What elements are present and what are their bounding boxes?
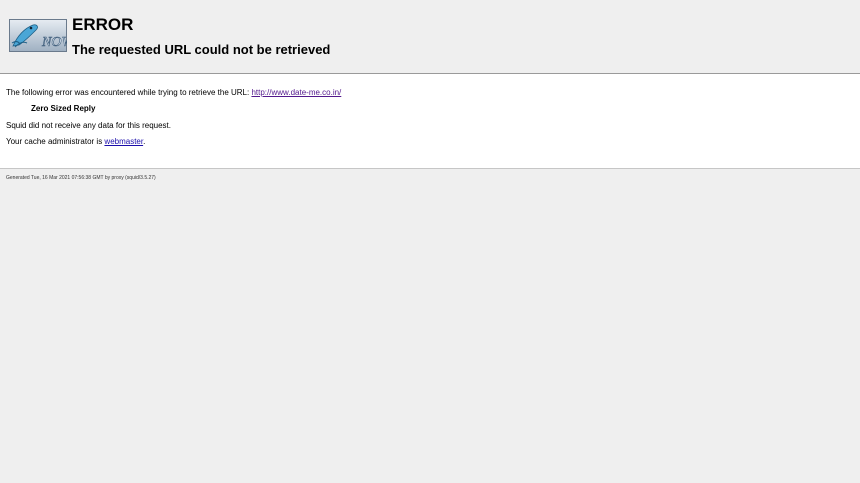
footer-generated: Generated Tue, 16 Mar 2021 07:56:38 GMT … <box>6 175 156 181</box>
webmaster-link[interactable]: webmaster <box>104 137 143 146</box>
squid-logo-icon: NOW <box>9 19 67 52</box>
error-header: NOW ERROR The requested URL could not be… <box>0 0 860 74</box>
error-content: The following error was encountered whil… <box>0 74 860 169</box>
admin-prefix: Your cache administrator is <box>6 137 105 146</box>
page-title: ERROR <box>72 15 134 34</box>
admin-line: Your cache administrator is webmaster. <box>6 137 145 147</box>
error-subtitle: The requested URL could not be retrieved <box>72 42 331 57</box>
admin-suffix: . <box>143 137 146 146</box>
intro-text: The following error was encountered whil… <box>6 88 252 97</box>
intro-line: The following error was encountered whil… <box>6 88 341 98</box>
requested-url-link[interactable]: http://www.date-me.co.in/ <box>251 88 341 97</box>
error-name: Zero Sized Reply <box>31 104 96 113</box>
error-description: Squid did not receive any data for this … <box>6 121 171 130</box>
svg-text:NOW: NOW <box>41 35 67 50</box>
